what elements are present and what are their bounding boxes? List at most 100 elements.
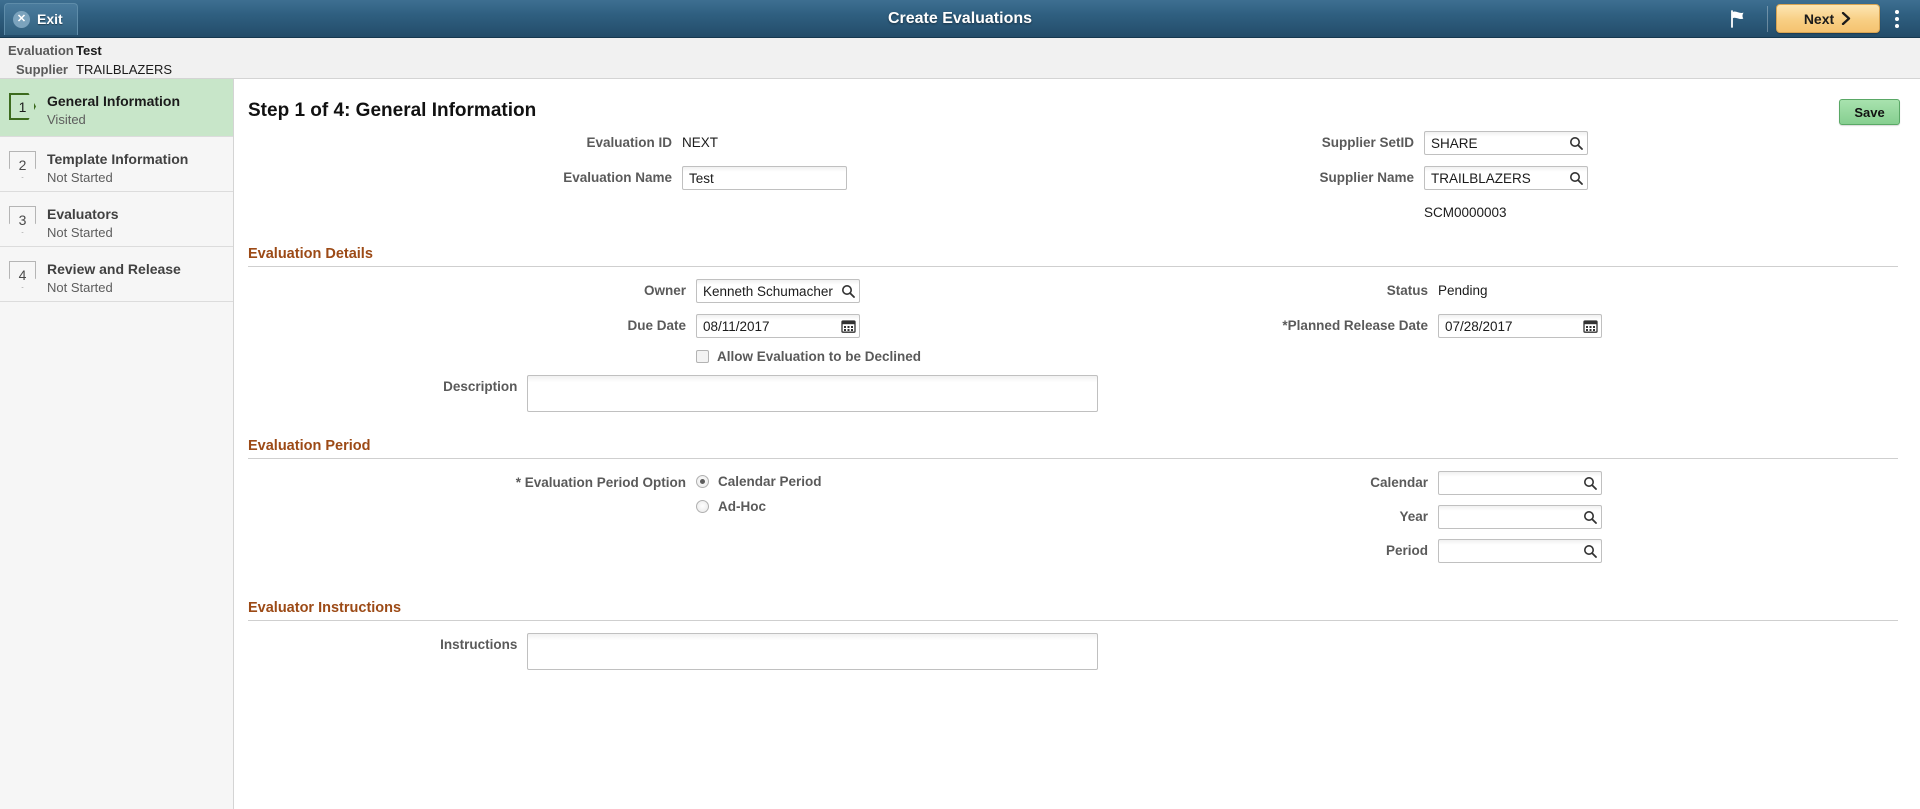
owner-field-wrap: [696, 279, 860, 303]
evaluation-id-value: NEXT: [682, 135, 719, 150]
due-date-input[interactable]: [696, 314, 860, 338]
owner-label: Owner: [643, 283, 686, 298]
breadcrumb-supplier-value: TRAILBLAZERS: [76, 62, 173, 77]
more-actions-icon[interactable]: [1880, 0, 1914, 38]
close-icon: ✕: [13, 10, 30, 28]
steps-sidebar: 1 General Information Visited 2 Template…: [0, 79, 234, 809]
evaluation-details-title: Evaluation Details: [248, 246, 373, 262]
header-divider: [1767, 5, 1768, 32]
radio-ad-hoc-label[interactable]: Ad-Hoc: [718, 499, 766, 514]
planned-release-date-input[interactable]: [1438, 314, 1602, 338]
evaluation-period-section: Evaluation Period * Evaluation Period Op…: [248, 423, 1900, 563]
evaluation-period-option-group[interactable]: Calendar Period Ad-Hoc: [696, 471, 822, 514]
row-description: Description: [248, 375, 1900, 412]
allow-decline-spacer: [248, 349, 696, 353]
step-badge-4: 4: [9, 261, 36, 288]
exit-button[interactable]: ✕ Exit: [4, 2, 78, 35]
planned-release-date-field-wrap: [1438, 314, 1602, 338]
breadcrumb-supplier-row: Supplier TRAILBLAZERS: [8, 60, 1920, 79]
step-status-4: Not Started: [47, 279, 113, 295]
search-icon[interactable]: [1567, 134, 1585, 152]
allow-decline-checkbox-row[interactable]: Allow Evaluation to be Declined: [696, 349, 921, 364]
step-title-2: Template Information: [47, 151, 189, 167]
radio-calendar-period-label[interactable]: Calendar Period: [718, 474, 822, 489]
flag-icon[interactable]: [1717, 9, 1759, 29]
header-actions: Next: [1717, 0, 1920, 38]
step-status-3: Not Started: [47, 224, 113, 240]
breadcrumb-evaluation-label: Evaluation: [8, 43, 74, 58]
year-field-wrap: [1438, 505, 1602, 529]
breadcrumb-supplier-label: Supplier: [15, 62, 68, 77]
next-button[interactable]: Next: [1776, 4, 1880, 33]
main-content: Save Step 1 of 4: General Information Ev…: [234, 79, 1920, 809]
save-button[interactable]: Save: [1839, 99, 1900, 125]
step-status-2: Not Started: [47, 169, 113, 185]
calendar-input[interactable]: [1438, 471, 1602, 495]
sidebar-item-template-information[interactable]: 2 Template Information Not Started: [0, 137, 233, 192]
body-container: 1 General Information Visited 2 Template…: [0, 79, 1920, 809]
allow-decline-checkbox[interactable]: [696, 350, 709, 363]
evaluator-instructions-title: Evaluator Instructions: [248, 600, 402, 616]
row-allow-decline: Allow Evaluation to be Declined: [248, 349, 1900, 364]
radio-calendar-period[interactable]: Calendar Period: [696, 474, 822, 489]
row-evaluation-name: Evaluation Name Supplier Name: [234, 166, 1900, 190]
supplier-id-spacer: [1084, 201, 1424, 205]
supplier-name-input[interactable]: [1424, 166, 1588, 190]
step-title-1: General Information: [47, 93, 181, 109]
row-supplier-id: SCM0000003: [234, 201, 1900, 220]
period-input[interactable]: [1438, 539, 1602, 563]
supplier-id-value: SCM0000003: [1424, 205, 1507, 220]
calendar-icon[interactable]: [1581, 317, 1599, 335]
page-header-title: Create Evaluations: [887, 9, 1033, 27]
owner-input[interactable]: [696, 279, 860, 303]
step-title-3: Evaluators: [47, 206, 119, 222]
supplier-setid-label: Supplier SetID: [1321, 135, 1414, 150]
evaluation-id-label: Evaluation ID: [586, 135, 672, 150]
supplier-setid-field-wrap: [1424, 131, 1588, 155]
search-icon[interactable]: [1567, 169, 1585, 187]
breadcrumb-evaluation-value: Test: [76, 43, 102, 58]
row-period-option: * Evaluation Period Option Calendar Peri…: [248, 471, 1900, 563]
search-icon[interactable]: [1581, 542, 1599, 560]
evaluation-details-section: Evaluation Details Owner Kenneth Schumac…: [248, 231, 1900, 412]
search-icon[interactable]: [839, 282, 857, 300]
due-date-label: Due Date: [627, 318, 686, 333]
section-divider: [248, 266, 1898, 267]
exit-button-label: Exit: [37, 11, 63, 27]
year-input[interactable]: [1438, 505, 1602, 529]
row-owner-status: Owner Status Pending: [248, 279, 1900, 303]
allow-decline-label[interactable]: Allow Evaluation to be Declined: [717, 349, 921, 364]
radio-ad-hoc-input[interactable]: [696, 500, 709, 513]
row-period: Period: [1098, 539, 1602, 563]
evaluation-period-title: Evaluation Period: [248, 438, 371, 454]
period-field-wrap: [1438, 539, 1602, 563]
next-button-label: Next: [1803, 10, 1835, 27]
supplier-name-label: Supplier Name: [1319, 170, 1414, 185]
search-icon[interactable]: [1581, 508, 1599, 526]
row-due-date-release-date: Due Date 08/11/2017 *Planned Release Dat…: [248, 314, 1900, 338]
row-year: Year: [1098, 505, 1602, 529]
calendar-icon[interactable]: [839, 317, 857, 335]
evaluation-name-input[interactable]: [682, 166, 847, 190]
description-textarea[interactable]: [527, 375, 1098, 412]
search-icon[interactable]: [1581, 474, 1599, 492]
breadcrumb: Evaluation Test Supplier TRAILBLAZERS: [0, 38, 1920, 79]
planned-release-date-label: *Planned Release Date: [1282, 318, 1428, 333]
sidebar-item-review-and-release[interactable]: 4 Review and Release Not Started: [0, 247, 233, 302]
app-header: ✕ Exit Create Evaluations Next: [0, 0, 1920, 38]
row-evaluation-id: Evaluation ID NEXT Supplier SetID: [234, 131, 1900, 155]
sidebar-item-evaluators[interactable]: 3 Evaluators Not Started: [0, 192, 233, 247]
section-divider: [248, 458, 1898, 459]
evaluation-period-option-label: * Evaluation Period Option: [515, 475, 686, 490]
sidebar-item-general-information[interactable]: 1 General Information Visited: [0, 79, 233, 137]
radio-ad-hoc[interactable]: Ad-Hoc: [696, 499, 822, 514]
year-label: Year: [1399, 509, 1428, 524]
row-instructions: Instructions: [248, 633, 1900, 670]
section-divider: [248, 620, 1898, 621]
step-badge-2: 2: [9, 151, 36, 178]
instructions-textarea[interactable]: [527, 633, 1098, 670]
period-label: Period: [1385, 543, 1428, 558]
supplier-name-field-wrap: [1424, 166, 1588, 190]
radio-calendar-period-input[interactable]: [696, 475, 709, 488]
supplier-setid-input[interactable]: [1424, 131, 1588, 155]
